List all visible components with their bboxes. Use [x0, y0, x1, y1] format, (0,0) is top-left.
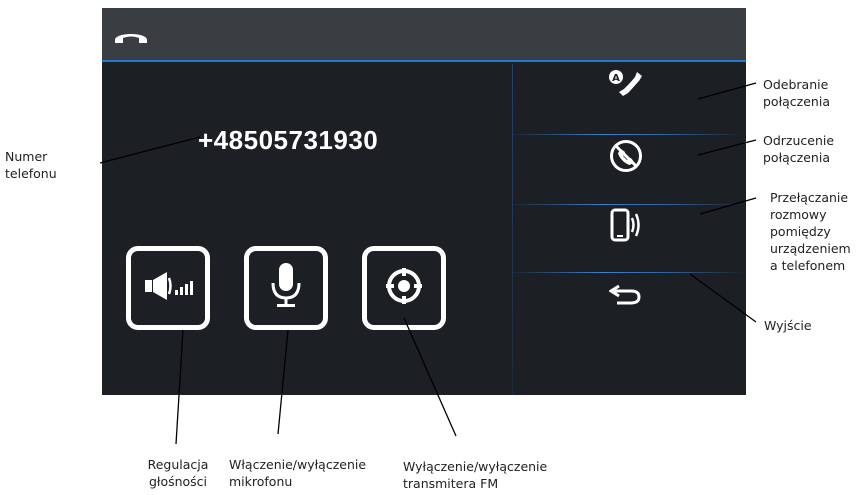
label-phone-number: Numer telefonu [5, 149, 57, 181]
top-bar [102, 8, 746, 62]
side-divider [507, 272, 746, 273]
back-arrow-icon [608, 280, 643, 312]
label-microphone: Włączenie/wyłączenie mikrofonu [229, 457, 367, 489]
side-divider [507, 134, 746, 135]
side-menu: A [507, 64, 746, 395]
label-exit: Wyjście [764, 318, 812, 333]
label-reject: Odrzucenie połączenia [763, 133, 835, 165]
hangup-icon[interactable] [112, 26, 150, 46]
switch-device-button[interactable] [602, 207, 650, 247]
target-icon [384, 266, 424, 310]
svg-text:A: A [612, 73, 620, 84]
side-divider [507, 204, 746, 205]
reject-call-button[interactable] [602, 138, 650, 178]
topbar-divider [102, 60, 746, 62]
microphone-button[interactable] [244, 246, 328, 330]
label-answer: Odebranie połączenia [763, 77, 830, 109]
speaker-volume-icon [141, 266, 195, 310]
side-menu-border [512, 64, 513, 395]
volume-button[interactable] [126, 246, 210, 330]
smartphone-transfer-icon [604, 207, 648, 247]
label-switch: Przełączanie rozmowy pomiędzy urządzenie… [770, 190, 851, 273]
microphone-icon [266, 261, 306, 315]
phone-answer-a-icon: A [604, 68, 648, 106]
exit-button[interactable] [602, 276, 650, 316]
phone-number: +48505731930 [198, 125, 379, 155]
label-fm: Wyłączenie/wyłączenie transmitera FM [403, 459, 548, 491]
phone-call-screen: +48505731930 A [102, 8, 746, 395]
phone-reject-icon [608, 138, 644, 178]
answer-call-button[interactable]: A [602, 67, 650, 107]
label-volume: Regulacja głośności [147, 457, 209, 489]
fm-transmitter-button[interactable] [362, 246, 446, 330]
